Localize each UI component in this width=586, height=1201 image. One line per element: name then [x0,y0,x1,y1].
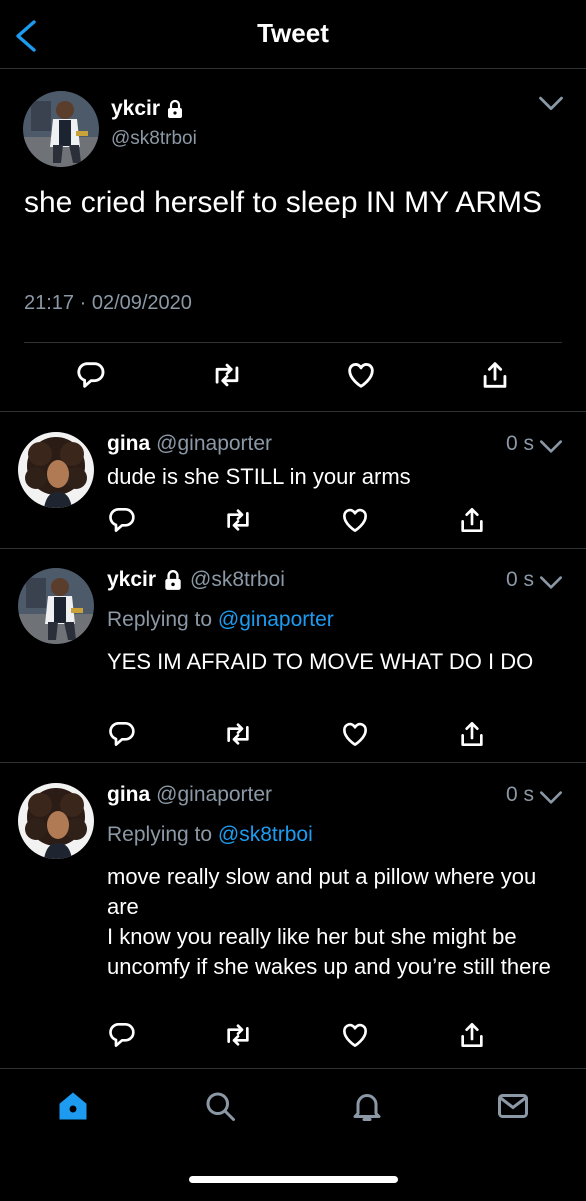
author-name: ykcir [111,97,161,120]
author-handle[interactable]: @sk8trboi [190,568,285,592]
notifications-icon[interactable] [349,1088,385,1124]
top-navigation-bar: Tweet [0,0,586,69]
author-name[interactable]: ykcir [107,568,156,592]
reply-tweet[interactable]: gina @ginaporter 0 s Replying to @sk8trb… [0,783,586,1067]
avatar[interactable] [18,783,94,859]
reply-icon[interactable] [74,358,108,392]
tweet-action-bar [0,504,586,540]
replying-to-line: Replying to @ginaporter [107,608,334,632]
share-icon[interactable] [456,1019,488,1051]
retweet-icon[interactable] [210,358,244,392]
retweet-icon[interactable] [222,1019,254,1051]
share-icon[interactable] [456,504,488,536]
like-icon[interactable] [344,358,378,392]
share-icon[interactable] [478,358,512,392]
home-indicator[interactable] [189,1176,398,1183]
mention-link[interactable]: @sk8trboi [218,823,313,846]
reply-icon[interactable] [106,1019,138,1051]
replying-to-line: Replying to @sk8trboi [107,823,313,847]
replying-to-label: Replying to [107,608,213,631]
share-icon[interactable] [456,718,488,750]
tweet-action-bar [0,1019,586,1055]
chevron-down-icon[interactable] [538,788,564,808]
reply-tweet[interactable]: ykcir @sk8trboi 0 s Replying to @ginapor… [0,568,586,762]
tweet-text: YES IM AFRAID TO MOVE WHAT DO I DO [107,649,534,674]
tweet-text: dude is she STILL in your arms [107,464,411,489]
chevron-down-icon[interactable] [538,437,564,457]
chevron-down-icon[interactable] [537,93,565,115]
tweet-time: 0 s [506,568,535,591]
home-icon[interactable] [55,1088,91,1124]
messages-icon[interactable] [495,1088,531,1124]
retweet-icon[interactable] [222,718,254,750]
avatar[interactable] [18,568,94,644]
like-icon[interactable] [339,1019,371,1051]
divider [0,411,586,412]
tweet-action-bar [0,358,586,398]
avatar[interactable] [23,91,99,167]
tweet-action-bar [0,718,586,754]
author-handle[interactable]: @sk8trboi [111,128,197,150]
divider [0,548,586,549]
author-name[interactable]: gina [107,783,150,807]
search-icon[interactable] [202,1088,238,1124]
reply-tweet[interactable]: gina @ginaporter 0 s dude is she STILL i… [0,432,586,548]
retweet-icon[interactable] [222,504,254,536]
author-name-row[interactable]: ykcir [111,97,185,121]
lock-icon [162,569,184,591]
author-handle[interactable]: @ginaporter [156,432,272,456]
chevron-down-icon[interactable] [538,573,564,593]
page-title: Tweet [257,18,329,48]
divider [0,762,586,763]
reply-icon[interactable] [106,504,138,536]
mention-link[interactable]: @ginaporter [218,608,334,631]
lock-icon [165,99,185,119]
reply-icon[interactable] [106,718,138,750]
like-icon[interactable] [339,718,371,750]
author-handle[interactable]: @ginaporter [156,783,272,807]
divider [24,342,562,343]
tweet-text: move really slow and put a pillow where … [107,864,551,979]
tweet-timestamp: 21:17 · 02/09/2020 [24,292,192,314]
tweet-time: 0 s [506,783,535,806]
like-icon[interactable] [339,504,371,536]
replying-to-label: Replying to [107,823,213,846]
avatar[interactable] [18,432,94,508]
tweet-text: she cried herself to sleep IN MY ARMS [24,186,542,219]
author-name[interactable]: gina [107,432,150,456]
tweet-time: 0 s [506,432,535,455]
